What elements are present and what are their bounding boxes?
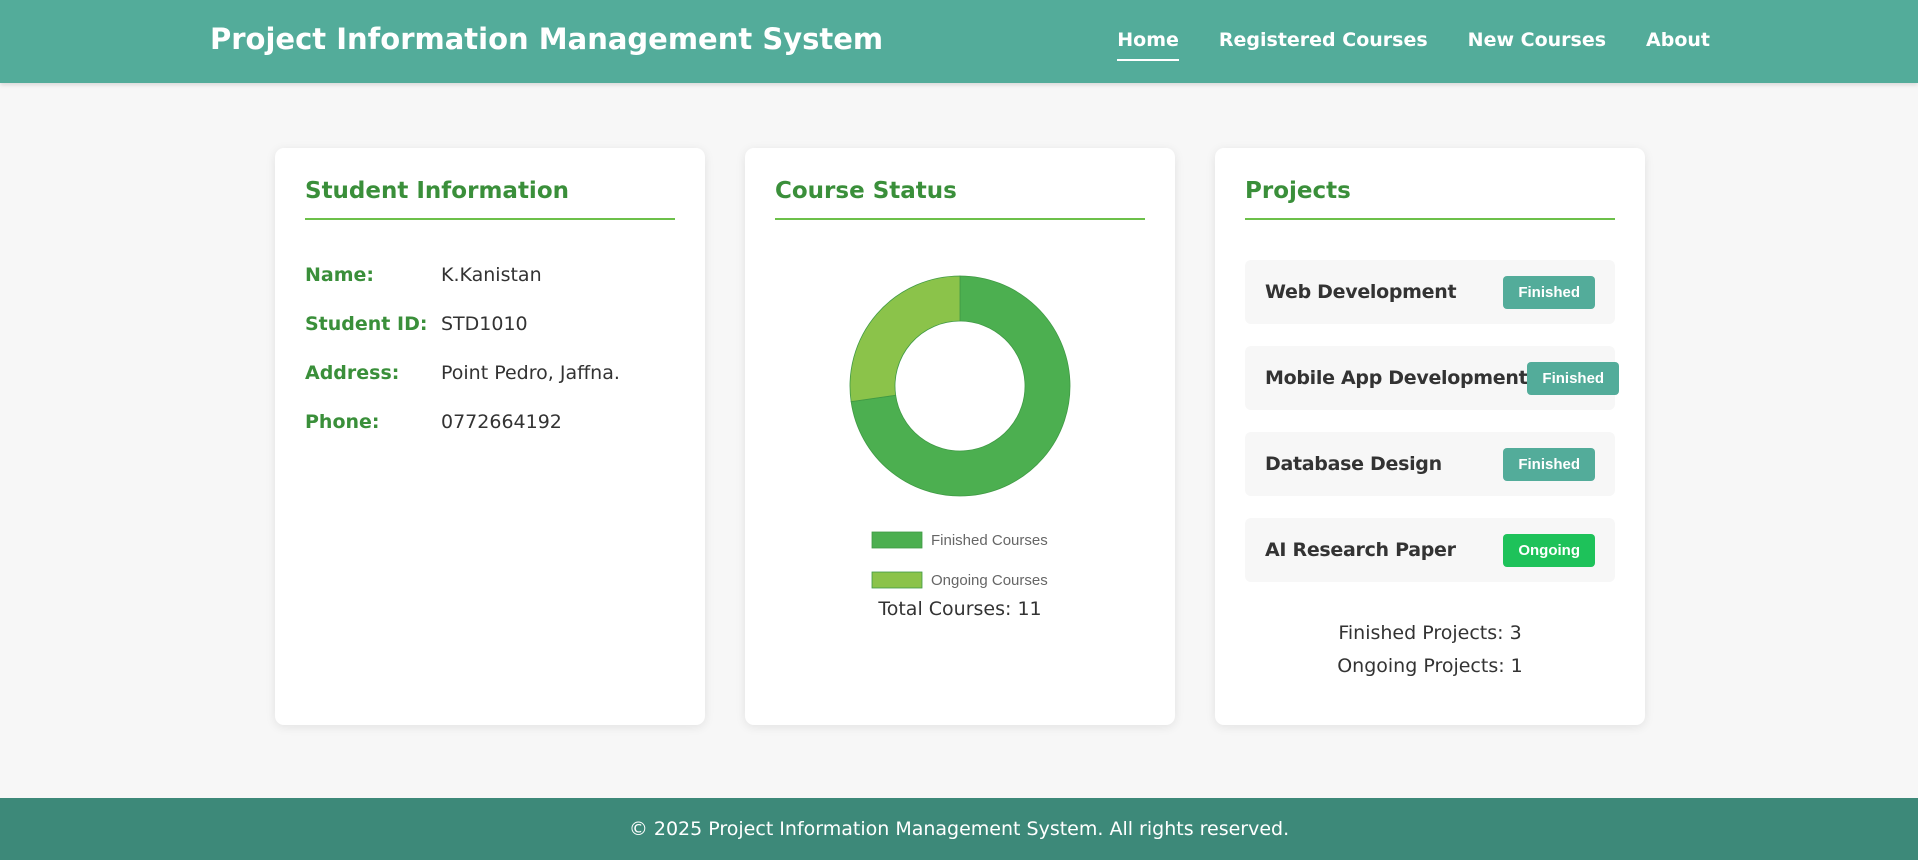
project-name: Web Development xyxy=(1265,281,1457,303)
project-item: Database Design Finished xyxy=(1245,432,1615,496)
info-label: Phone: xyxy=(305,411,380,433)
nav-about-link[interactable]: About xyxy=(1646,29,1710,61)
project-name: Database Design xyxy=(1265,453,1442,475)
course-status-card: Course Status Finished Courses Ongoing Co… xyxy=(745,148,1175,725)
projects-card: Projects Web Development Finished Mobile… xyxy=(1215,148,1645,725)
legend-swatch[interactable] xyxy=(871,571,923,589)
total-courses-text: Total Courses: 11 xyxy=(878,598,1042,620)
info-value: STD1010 xyxy=(441,313,528,335)
project-name: Mobile App Development xyxy=(1265,367,1528,389)
app-title: Project Information Management System xyxy=(210,22,884,56)
project-name: AI Research Paper xyxy=(1265,539,1456,561)
finished-projects-count: Finished Projects: 3 xyxy=(1338,622,1522,644)
ongoing-projects-count: Ongoing Projects: 1 xyxy=(1337,655,1523,677)
info-value: K.Kanistan xyxy=(441,264,542,286)
status-badge: Finished xyxy=(1503,275,1595,309)
info-label: Student ID: xyxy=(305,313,428,335)
info-label: Address: xyxy=(305,362,400,384)
legend-swatch[interactable] xyxy=(871,531,923,549)
nav-registered-courses-link[interactable]: Registered Courses xyxy=(1219,29,1428,61)
top-navbar: Project Information Management System Ho… xyxy=(0,0,1918,83)
info-row-name: Name: K.Kanistan xyxy=(305,264,675,286)
legend-label[interactable]: Ongoing Courses xyxy=(931,572,1048,589)
donut-chart: Finished Courses Ongoing Courses xyxy=(849,275,1071,589)
donut-slice-ongoing-courses[interactable] xyxy=(849,275,961,403)
course-status-chart: Finished Courses Ongoing Courses xyxy=(775,220,1145,600)
status-badge: Finished xyxy=(1503,447,1595,481)
project-item: AI Research Paper Ongoing xyxy=(1245,518,1615,582)
nav-home-link[interactable]: Home xyxy=(1117,29,1179,61)
info-label: Name: xyxy=(305,264,375,286)
info-row-address: Address: Point Pedro, Jaffna. xyxy=(305,362,675,384)
project-item: Mobile App Development Finished xyxy=(1245,346,1620,410)
projects-summary: Finished Projects: 3 Ongoing Projects: 1 xyxy=(1245,617,1615,683)
student-information-card: Student Information Name: K.Kanistan Stu… xyxy=(275,148,705,725)
info-value: Point Pedro, Jaffna. xyxy=(441,362,620,384)
course-status-heading: Course Status xyxy=(775,178,1145,220)
project-item: Web Development Finished xyxy=(1245,260,1615,324)
footer: © 2025 Project Information Management Sy… xyxy=(0,798,1918,860)
info-row-phone: Phone: 0772664192 xyxy=(305,411,675,433)
legend-label[interactable]: Finished Courses xyxy=(931,532,1048,549)
footer-copyright: © 2025 Project Information Management Sy… xyxy=(628,818,1290,840)
info-row-student-id: Student ID: STD1010 xyxy=(305,313,675,335)
status-badge: Finished xyxy=(1527,361,1620,395)
student-information-heading: Student Information xyxy=(305,178,675,220)
nav-new-courses-link[interactable]: New Courses xyxy=(1468,29,1606,61)
info-value: 0772664192 xyxy=(441,411,562,433)
projects-heading: Projects xyxy=(1245,178,1615,220)
status-badge: Ongoing xyxy=(1503,533,1595,567)
main-nav: Home Registered Courses New Courses Abou… xyxy=(1117,29,1710,61)
